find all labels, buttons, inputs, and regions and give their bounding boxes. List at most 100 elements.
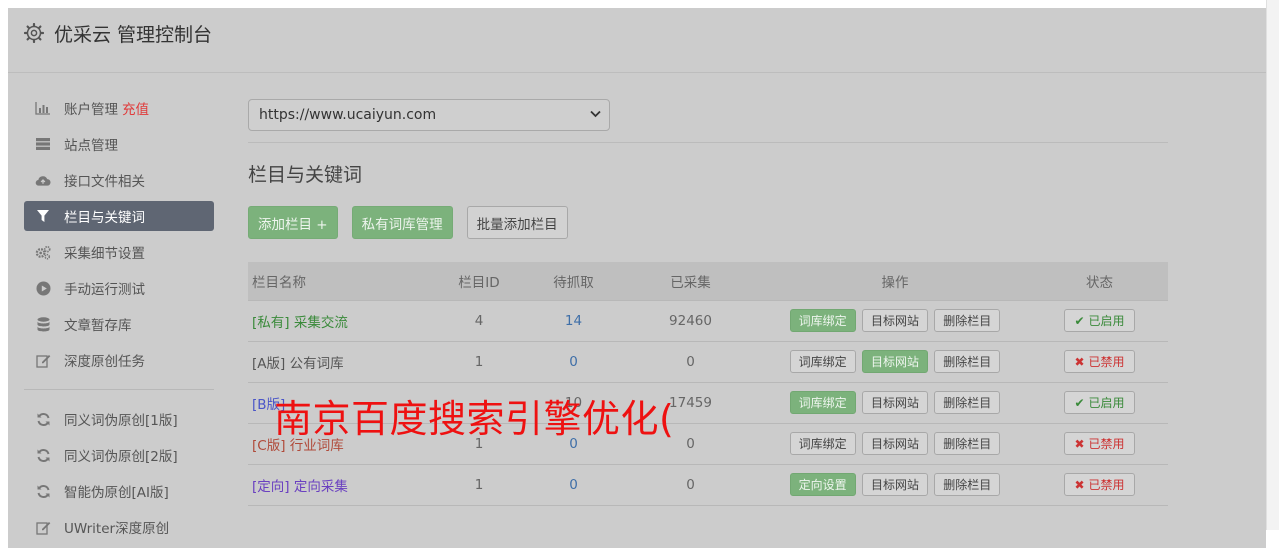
close-icon: ✖ bbox=[1074, 355, 1085, 369]
add-column-button[interactable]: 添加栏目 + bbox=[248, 206, 338, 239]
column-tag: [定向] bbox=[252, 478, 290, 495]
sidebar-item-label: 同义词伪原创[1版] bbox=[64, 413, 178, 429]
status-label: 已禁用 bbox=[1088, 437, 1125, 451]
collected-count: 92460 bbox=[622, 299, 759, 341]
toolbar: 添加栏目 + 私有词库管理 批量添加栏目 bbox=[248, 206, 1168, 239]
main-content: https://www.ucaiyun.com 栏目与关键词 添加栏目 + 私有… bbox=[248, 99, 1168, 506]
bind-lib-button[interactable]: 词库绑定 bbox=[789, 432, 856, 455]
sidebar-item-manual-run[interactable]: 手动运行测试 bbox=[24, 273, 214, 303]
sidebar-item-label: UWriter深度原创 bbox=[64, 521, 170, 537]
status-toggle[interactable]: ✖ 已禁用 bbox=[1063, 473, 1136, 496]
edit-icon bbox=[35, 352, 51, 368]
sidebar-item-collection-settings[interactable]: 采集细节设置 bbox=[24, 237, 214, 267]
sidebar-item-label: 深度原创任务 bbox=[64, 354, 145, 370]
target-site-button[interactable]: 目标网站 bbox=[861, 473, 928, 496]
col-header-actions: 操作 bbox=[881, 274, 909, 291]
table-row: [定向] 定向采集 1 0 0 定向设置 目标网站 删除栏目 ✖ 已禁用 bbox=[248, 463, 1168, 506]
private-lib-button[interactable]: 私有词库管理 bbox=[351, 206, 453, 239]
col-header-id: 栏目ID bbox=[458, 274, 500, 291]
column-name-cell[interactable]: [私有] 采集交流 bbox=[248, 299, 433, 341]
status-toggle[interactable]: ✔ 已启用 bbox=[1063, 309, 1136, 332]
pending-count[interactable]: 14 bbox=[525, 299, 622, 341]
sidebar-item-sites[interactable]: 站点管理 bbox=[24, 129, 214, 159]
actions-cell: 词库绑定 目标网站 删除栏目 bbox=[759, 340, 1031, 382]
database-icon bbox=[35, 316, 51, 332]
actions-cell: 词库绑定 目标网站 删除栏目 bbox=[759, 381, 1031, 423]
sidebar: 账户管理 充值 站点管理 接口文件相关 栏目与关键词 采集细节设置 手动运行测试… bbox=[24, 93, 214, 548]
sidebar-item-label: 栏目与关键词 bbox=[64, 210, 145, 226]
delete-column-button[interactable]: 删除栏目 bbox=[934, 350, 1001, 373]
batch-add-button[interactable]: 批量添加栏目 bbox=[466, 206, 568, 239]
sidebar-item-article-store[interactable]: 文章暂存库 bbox=[24, 309, 214, 339]
chevron-down-icon bbox=[590, 110, 601, 118]
target-site-button[interactable]: 目标网站 bbox=[861, 432, 928, 455]
column-id: 1 bbox=[433, 463, 525, 506]
column-name: 公有词库 bbox=[289, 355, 344, 372]
delete-column-button[interactable]: 删除栏目 bbox=[934, 473, 1001, 496]
refresh-icon bbox=[35, 447, 51, 463]
site-select-value: https://www.ucaiyun.com bbox=[259, 107, 437, 123]
delete-column-button[interactable]: 删除栏目 bbox=[934, 309, 1001, 332]
delete-column-button[interactable]: 删除栏目 bbox=[934, 432, 1001, 455]
directed-settings-button[interactable]: 定向设置 bbox=[789, 473, 856, 496]
target-site-button[interactable]: 目标网站 bbox=[861, 309, 928, 332]
status-toggle[interactable]: ✖ 已禁用 bbox=[1063, 432, 1136, 455]
sidebar-item-label: 账户管理 bbox=[64, 102, 118, 118]
status-label: 已启用 bbox=[1088, 314, 1125, 328]
sidebar-item-label: 同义词伪原创[2版] bbox=[64, 449, 178, 465]
sidebar-item-label: 站点管理 bbox=[64, 138, 118, 154]
status-toggle[interactable]: ✖ 已禁用 bbox=[1063, 350, 1136, 373]
recharge-link[interactable]: 充值 bbox=[122, 98, 149, 118]
play-circle-icon bbox=[35, 280, 51, 296]
refresh-icon bbox=[35, 483, 51, 499]
sidebar-item-columns-keywords[interactable]: 栏目与关键词 bbox=[24, 201, 214, 231]
sidebar-item-label: 智能伪原创[AI版] bbox=[64, 485, 169, 501]
check-icon: ✔ bbox=[1074, 314, 1085, 328]
sidebar-item-deep-original[interactable]: 深度原创任务 bbox=[24, 345, 214, 375]
pending-count[interactable]: 0 bbox=[525, 340, 622, 382]
close-icon: ✖ bbox=[1074, 437, 1085, 451]
top-bar: 优采云 管理控制台 bbox=[8, 8, 1266, 73]
sidebar-item-account[interactable]: 账户管理 充值 bbox=[24, 93, 214, 123]
watermark-text: 南京百度搜索引擎优化( bbox=[274, 397, 675, 441]
pending-count[interactable]: 0 bbox=[525, 463, 622, 506]
status-toggle[interactable]: ✔ 已启用 bbox=[1063, 391, 1136, 414]
page-title: 栏目与关键词 bbox=[248, 164, 363, 186]
sidebar-item-synonym-v2[interactable]: 同义词伪原创[2版] bbox=[24, 440, 214, 470]
server-icon bbox=[35, 136, 51, 152]
column-id: 4 bbox=[433, 299, 525, 341]
bind-lib-button[interactable]: 词库绑定 bbox=[789, 391, 856, 414]
sidebar-item-synonym-v1[interactable]: 同义词伪原创[1版] bbox=[24, 404, 214, 434]
col-header-collected: 已采集 bbox=[670, 274, 711, 291]
status-cell: ✔ 已启用 bbox=[1031, 299, 1168, 341]
target-site-button[interactable]: 目标网站 bbox=[861, 350, 928, 373]
gear-icon[interactable] bbox=[24, 23, 44, 43]
site-select[interactable]: https://www.ucaiyun.com bbox=[248, 99, 610, 131]
column-name-cell[interactable]: [定向] 定向采集 bbox=[248, 463, 433, 506]
table-row: [私有] 采集交流 4 14 92460 词库绑定 目标网站 删除栏目 ✔ 已启… bbox=[248, 299, 1168, 341]
status-label: 已禁用 bbox=[1088, 478, 1125, 492]
delete-column-button[interactable]: 删除栏目 bbox=[934, 391, 1001, 414]
table-row: [A版] 公有词库 1 0 0 词库绑定 目标网站 删除栏目 ✖ 已禁用 bbox=[248, 340, 1168, 382]
actions-cell: 词库绑定 目标网站 删除栏目 bbox=[759, 299, 1031, 341]
page-scrollbar[interactable] bbox=[1266, 0, 1279, 530]
sidebar-item-label: 采集细节设置 bbox=[64, 246, 145, 262]
target-site-button[interactable]: 目标网站 bbox=[861, 391, 928, 414]
bind-lib-button[interactable]: 词库绑定 bbox=[789, 309, 856, 332]
column-name: 定向采集 bbox=[293, 478, 348, 495]
actions-cell: 词库绑定 目标网站 删除栏目 bbox=[759, 422, 1031, 464]
sidebar-item-uwriter[interactable]: UWriter深度原创 bbox=[24, 512, 214, 542]
column-tag: [私有] bbox=[252, 314, 290, 331]
close-icon: ✖ bbox=[1074, 478, 1085, 492]
sidebar-item-interface-files[interactable]: 接口文件相关 bbox=[24, 165, 214, 195]
bind-lib-button[interactable]: 词库绑定 bbox=[789, 350, 856, 373]
cloud-upload-icon bbox=[35, 172, 51, 188]
status-label: 已启用 bbox=[1088, 396, 1125, 410]
sidebar-item-label: 文章暂存库 bbox=[64, 318, 132, 334]
column-name-cell[interactable]: [A版] 公有词库 bbox=[248, 340, 433, 382]
status-cell: ✔ 已启用 bbox=[1031, 381, 1168, 423]
status-cell: ✖ 已禁用 bbox=[1031, 463, 1168, 506]
status-cell: ✖ 已禁用 bbox=[1031, 422, 1168, 464]
sidebar-item-ai-rewrite[interactable]: 智能伪原创[AI版] bbox=[24, 476, 214, 506]
console-frame: 优采云 管理控制台 账户管理 充值 站点管理 接口文件相关 栏目与关键词 采集细… bbox=[8, 8, 1266, 548]
